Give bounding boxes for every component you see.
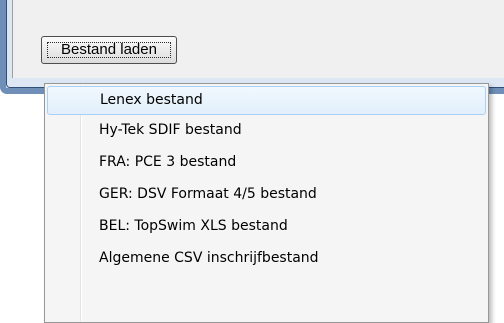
menu-item-label: GER: DSV Formaat 4/5 bestand (99, 186, 317, 202)
file-type-dropdown-menu: Lenex bestand Hy-Tek SDIF bestand FRA: P… (44, 83, 489, 323)
menu-item-bel-topswim[interactable]: BEL: TopSwim XLS bestand (47, 212, 486, 241)
load-file-button-label: Bestand laden (61, 41, 157, 58)
menu-item-hytek-sdif[interactable]: Hy-Tek SDIF bestand (47, 116, 486, 145)
menu-item-label: FRA: PCE 3 bestand (99, 154, 237, 170)
menu-item-label: Algemene CSV inschrijfbestand (99, 250, 319, 266)
menu-item-label: BEL: TopSwim XLS bestand (99, 218, 288, 234)
menu-item-fra-pce3[interactable]: FRA: PCE 3 bestand (47, 148, 486, 177)
load-file-button[interactable]: Bestand laden (41, 36, 177, 64)
menu-item-ger-dsv[interactable]: GER: DSV Formaat 4/5 bestand (47, 180, 486, 209)
menu-item-csv[interactable]: Algemene CSV inschrijfbestand (47, 244, 486, 273)
menu-item-label: Lenex bestand (100, 92, 203, 108)
menu-item-lenex[interactable]: Lenex bestand (47, 86, 486, 115)
menu-item-label: Hy-Tek SDIF bestand (99, 122, 242, 138)
